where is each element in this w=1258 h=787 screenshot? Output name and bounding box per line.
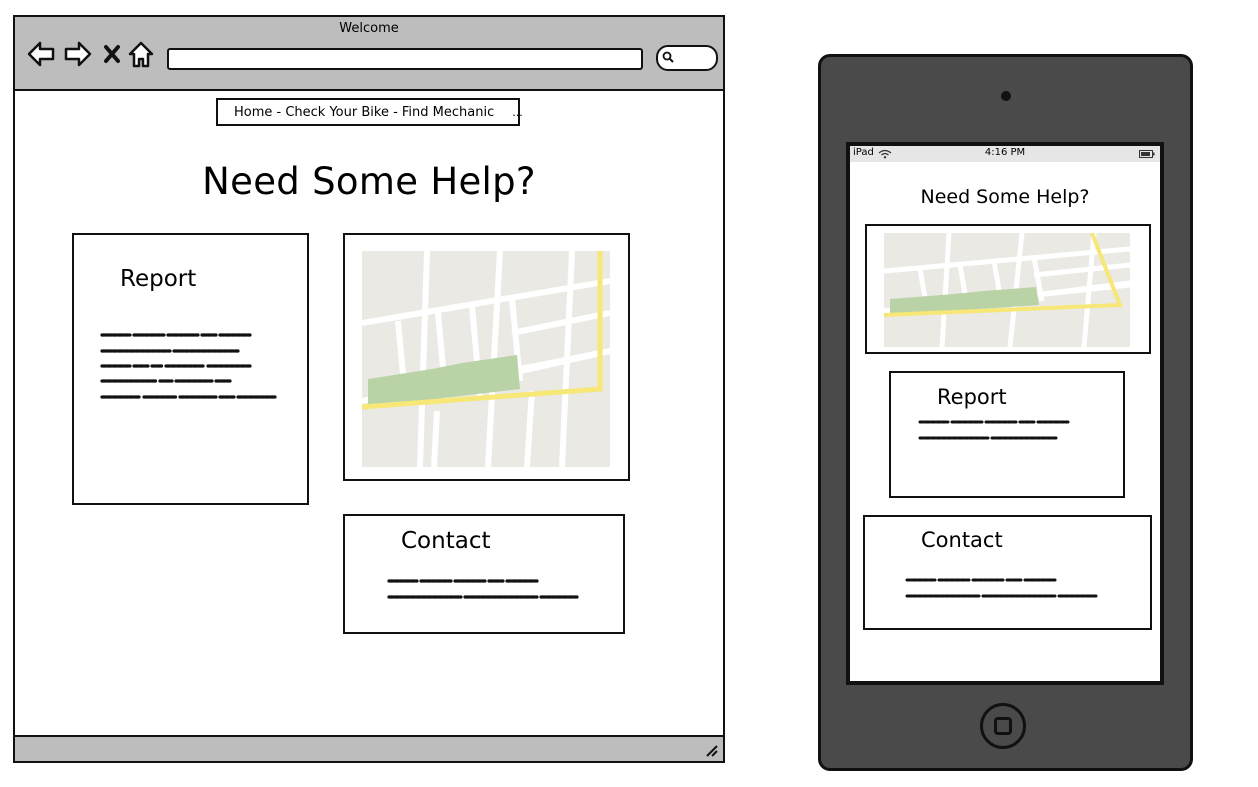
ipad-device: iPad 4:16 PM Need Some Help? Report Cont… (818, 54, 1193, 771)
home-icon[interactable] (127, 39, 155, 69)
placeholder-text-scribble (905, 578, 1099, 598)
close-icon[interactable] (101, 39, 123, 69)
ipad-page-title: Need Some Help? (920, 186, 1090, 208)
breadcrumb-links[interactable]: Home - Check Your Bike - Find Mechanic (234, 105, 494, 120)
report-title: Report (120, 266, 197, 292)
ipad-map-image[interactable] (884, 233, 1130, 347)
clock-label: 4:16 PM (984, 147, 1026, 158)
forward-arrow-icon[interactable] (64, 39, 92, 69)
ipad-map-card[interactable] (865, 224, 1151, 354)
battery-icon (1139, 150, 1155, 158)
page-title: Need Some Help? (202, 160, 536, 203)
report-card[interactable]: Report (72, 233, 309, 505)
browser-status-bar (15, 735, 723, 761)
browser-toolbar: Welcome (15, 17, 723, 91)
home-button-square (994, 717, 1012, 735)
camera-icon (1001, 91, 1011, 101)
ipad-report-card[interactable]: Report (889, 371, 1125, 498)
placeholder-text-scribble (918, 420, 1070, 440)
address-bar[interactable] (167, 48, 643, 70)
contact-title: Contact (401, 528, 491, 554)
contact-card[interactable]: Contact (343, 514, 625, 634)
ipad-report-title: Report (937, 385, 1007, 409)
ipad-screen: iPad 4:16 PM Need Some Help? Report Cont… (846, 142, 1164, 685)
resize-grip-icon[interactable] (703, 742, 719, 758)
search-box[interactable] (656, 45, 718, 71)
window-title: Welcome (339, 21, 399, 36)
placeholder-text-scribble (100, 333, 278, 399)
breadcrumb-overflow[interactable]: ... (512, 106, 523, 119)
map-image[interactable] (362, 251, 610, 467)
ipad-contact-card[interactable]: Contact (863, 515, 1152, 630)
browser-window: Welcome Home - Check Your Bike - Find Me… (13, 15, 725, 763)
home-button-icon[interactable] (980, 703, 1026, 749)
ipad-status-bar: iPad 4:16 PM (850, 146, 1160, 162)
back-arrow-icon[interactable] (27, 39, 55, 69)
ipad-contact-title: Contact (921, 528, 1003, 552)
map-card[interactable] (343, 233, 630, 481)
placeholder-text-scribble (387, 579, 579, 599)
breadcrumb[interactable]: Home - Check Your Bike - Find Mechanic .… (216, 98, 523, 126)
search-icon (662, 51, 674, 63)
